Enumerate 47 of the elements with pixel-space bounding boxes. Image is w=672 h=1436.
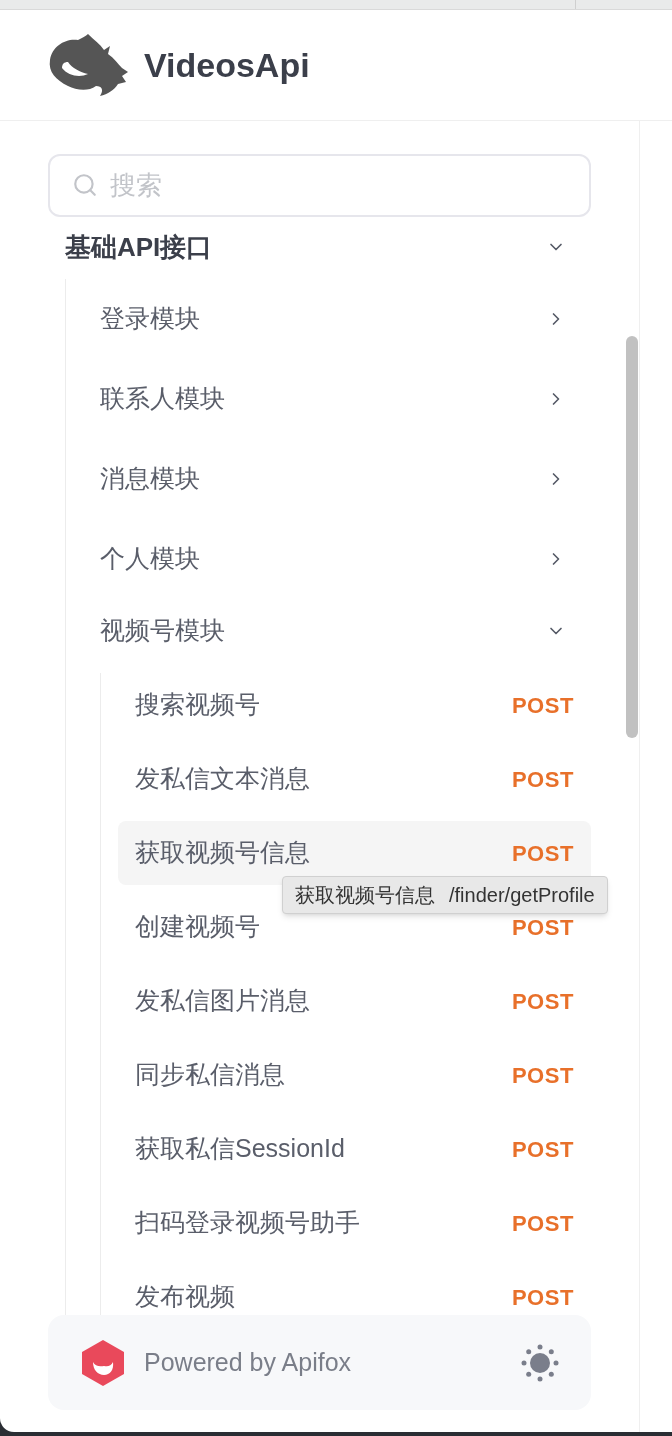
endpoint-label: 获取私信SessionId bbox=[135, 1133, 345, 1165]
folder-item[interactable]: 消息模块 bbox=[66, 439, 591, 519]
tooltip-path: /finder/getProfile bbox=[449, 883, 595, 908]
method-label: POST bbox=[511, 691, 574, 720]
folder-item[interactable]: 视频号模块 bbox=[66, 599, 591, 663]
endpoint-item[interactable]: 发布视频 POST bbox=[118, 1265, 591, 1315]
apifox-logo-icon bbox=[82, 1339, 124, 1386]
method-label: POST bbox=[511, 765, 574, 794]
folder-label: 登录模块 bbox=[100, 303, 200, 335]
method-label: POST bbox=[511, 1135, 574, 1164]
endpoint-item[interactable]: 同步私信消息 POST bbox=[118, 1043, 591, 1107]
endpoint-label: 搜索视频号 bbox=[135, 689, 260, 721]
folder-label: 个人模块 bbox=[100, 543, 200, 575]
endpoint-label: 同步私信消息 bbox=[135, 1059, 285, 1091]
search-field[interactable]: 搜索 bbox=[48, 154, 591, 217]
endpoint-label: 扫码登录视频号助手 bbox=[135, 1207, 360, 1239]
endpoint-item[interactable]: 发私信图片消息 POST bbox=[118, 969, 591, 1033]
folder-item[interactable]: 个人模块 bbox=[66, 519, 591, 599]
method-label: POST bbox=[511, 1283, 574, 1312]
endpoint-label: 发私信文本消息 bbox=[135, 763, 310, 795]
endpoint-item[interactable]: 搜索视频号 POST bbox=[118, 673, 591, 737]
method-label: POST bbox=[511, 839, 574, 868]
method-label: POST bbox=[511, 1061, 574, 1090]
method-label: POST bbox=[511, 987, 574, 1016]
endpoint-item[interactable]: 扫码登录视频号助手 POST bbox=[118, 1191, 591, 1255]
endpoint-item[interactable]: 获取视频号信息 POST bbox=[118, 821, 591, 885]
folder-item[interactable]: 联系人模块 bbox=[66, 359, 591, 439]
endpoint-label: 获取视频号信息 bbox=[135, 837, 310, 869]
endpoint-item[interactable]: 发私信文本消息 POST bbox=[118, 747, 591, 811]
folder-item[interactable]: 登录模块 bbox=[66, 279, 591, 359]
brand-title: VideosApi bbox=[144, 44, 310, 86]
search-icon bbox=[72, 172, 98, 198]
endpoint-item[interactable]: 获取私信SessionId POST bbox=[118, 1117, 591, 1181]
method-label: POST bbox=[511, 1209, 574, 1238]
endpoint-label: 创建视频号 bbox=[135, 911, 260, 943]
endpoint-label: 发私信图片消息 bbox=[135, 985, 310, 1017]
folder-label: 视频号模块 bbox=[100, 615, 225, 647]
powered-by-text: Powered by Apifox bbox=[144, 1346, 352, 1378]
theme-sun-icon[interactable] bbox=[521, 1343, 559, 1382]
tooltip-name: 获取视频号信息 bbox=[295, 883, 435, 908]
folder-item[interactable]: 基础API接口 bbox=[48, 217, 591, 277]
folder-label: 消息模块 bbox=[100, 463, 200, 495]
scrollbar-thumb[interactable] bbox=[626, 336, 638, 738]
folder-label: 基础API接口 bbox=[65, 230, 213, 264]
endpoint-label: 发布视频 bbox=[135, 1281, 235, 1313]
folder-label: 联系人模块 bbox=[100, 383, 225, 415]
method-label: POST bbox=[511, 913, 574, 942]
